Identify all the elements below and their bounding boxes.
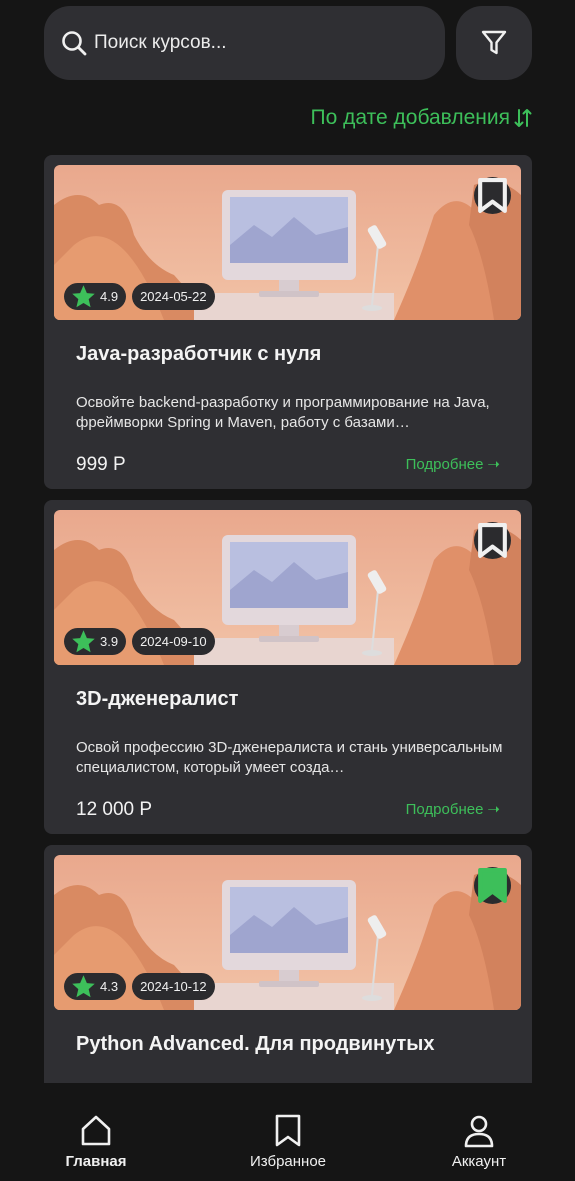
bookmark-icon <box>275 1114 301 1147</box>
bookmark-button[interactable] <box>474 177 511 214</box>
bookmark-button[interactable] <box>474 867 511 904</box>
course-description: Освой профессию 3D-дженералиста и стань … <box>76 739 503 776</box>
course-image: 3.9 2024-09-10 <box>54 510 521 665</box>
details-link[interactable]: Подробнее ➝ <box>405 800 500 819</box>
course-card[interactable]: 4.9 2024-05-22 Java-разработчик с нуля О… <box>44 155 532 489</box>
nav-item-favorites[interactable]: Избранное <box>228 1113 348 1170</box>
course-title: Java-разработчик с нуля <box>76 343 322 365</box>
details-label: Подробнее <box>405 800 484 818</box>
date-value: 2024-05-22 <box>140 289 207 304</box>
bookmark-outline-icon <box>478 523 507 558</box>
course-image: 4.3 2024-10-12 <box>54 855 521 1010</box>
rating-badge: 4.3 <box>64 973 127 1000</box>
nav-label-home: Главная <box>65 1153 127 1170</box>
nav-item-home[interactable]: Главная <box>36 1113 156 1170</box>
user-icon <box>464 1115 494 1148</box>
search-input[interactable] <box>94 32 394 54</box>
bookmark-outline-icon <box>478 178 507 213</box>
star-icon <box>72 975 95 998</box>
details-label: Подробнее <box>405 455 484 473</box>
date-value: 2024-10-12 <box>140 979 207 994</box>
sort-toggle[interactable]: По дате добавления <box>311 106 532 130</box>
arrow-right-icon: ➝ <box>487 801 500 818</box>
date-value: 2024-09-10 <box>140 634 207 649</box>
nav-label-account: Аккаунт <box>451 1153 507 1170</box>
course-description: Освойте backend-разработку и программиро… <box>76 394 490 431</box>
course-chips: 3.9 2024-09-10 <box>64 628 215 655</box>
star-icon <box>72 630 95 653</box>
search-icon <box>62 31 87 56</box>
nav-label-favorites: Избранное <box>249 1153 327 1170</box>
course-price: 12 000 Р <box>76 799 153 820</box>
bottom-nav: Главная Избранное Аккаунт <box>0 1083 575 1181</box>
nav-item-account[interactable]: Аккаунт <box>419 1113 539 1170</box>
rating-badge: 3.9 <box>64 628 127 655</box>
star-icon <box>72 285 95 308</box>
course-chips: 4.3 2024-10-12 <box>64 973 215 1000</box>
rating-badge: 4.9 <box>64 283 127 310</box>
rating-value: 3.9 <box>100 634 119 649</box>
date-badge: 2024-05-22 <box>132 283 215 310</box>
sort-arrows-icon <box>514 109 532 127</box>
home-icon <box>81 1115 111 1146</box>
rating-value: 4.9 <box>100 289 119 304</box>
filter-button[interactable] <box>456 6 532 80</box>
sort-label: По дате добавления <box>310 106 510 129</box>
course-card[interactable]: 4.3 2024-10-12 Python Advanced. Для прод… <box>44 845 532 1083</box>
bookmark-filled-icon <box>478 868 507 903</box>
date-badge: 2024-09-10 <box>132 628 215 655</box>
course-price: 999 Р <box>76 454 126 475</box>
course-title: 3D-дженералист <box>76 688 239 710</box>
course-image: 4.9 2024-05-22 <box>54 165 521 320</box>
search-box[interactable] <box>44 6 445 80</box>
filter-icon <box>481 30 507 55</box>
course-chips: 4.9 2024-05-22 <box>64 283 215 310</box>
course-card[interactable]: 3.9 2024-09-10 3D-дженералист Освой проф… <box>44 500 532 834</box>
arrow-right-icon: ➝ <box>487 456 500 473</box>
bookmark-button[interactable] <box>474 522 511 559</box>
date-badge: 2024-10-12 <box>132 973 215 1000</box>
course-title: Python Advanced. Для продвинутых <box>76 1033 435 1055</box>
details-link[interactable]: Подробнее ➝ <box>405 455 500 474</box>
rating-value: 4.3 <box>100 979 119 994</box>
top-bar <box>44 6 532 80</box>
